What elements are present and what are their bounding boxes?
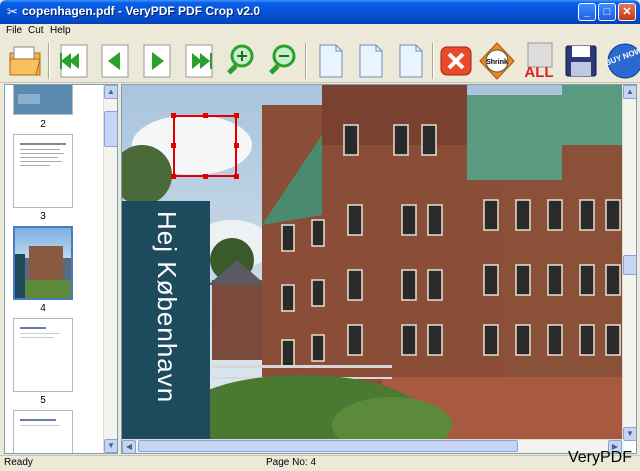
thumbnail-label: 5 xyxy=(40,395,46,406)
status-text: Ready xyxy=(4,457,33,468)
window-title: copenhagen.pdf - VeryPDF PDF Crop v2.0 xyxy=(22,4,261,18)
zoom-out-icon[interactable] xyxy=(264,41,302,81)
title-bar[interactable]: ✂ copenhagen.pdf - VeryPDF PDF Crop v2.0… xyxy=(0,0,640,24)
scroll-left-button[interactable]: ◀ xyxy=(122,440,136,453)
viewer-horizontal-scrollbar[interactable]: ◀ ▶ xyxy=(122,439,624,453)
crop-handle[interactable] xyxy=(234,113,239,118)
banner-text: Hej København xyxy=(152,211,182,404)
crop-handle[interactable] xyxy=(171,143,176,148)
menu-file[interactable]: File xyxy=(6,25,22,36)
thumbnail-page-6[interactable] xyxy=(13,410,73,453)
scissors-icon: ✂ xyxy=(7,4,18,19)
watermark: VeryPDF xyxy=(567,449,632,466)
page-icon[interactable] xyxy=(312,41,350,81)
crop-handle[interactable] xyxy=(203,174,208,179)
crop-handle[interactable] xyxy=(171,113,176,118)
scroll-thumb[interactable] xyxy=(104,111,117,147)
menu-cut[interactable]: Cut xyxy=(28,25,44,36)
thumbnail-label: 3 xyxy=(40,211,46,222)
minimize-button[interactable]: _ xyxy=(578,3,596,21)
delete-icon[interactable] xyxy=(437,41,475,81)
title-banner: Hej København xyxy=(122,201,210,441)
page-icon[interactable] xyxy=(392,41,430,81)
crop-handle[interactable] xyxy=(203,113,208,118)
crop-handle[interactable] xyxy=(234,174,239,179)
scroll-down-button[interactable]: ▼ xyxy=(104,439,117,453)
crop-handle[interactable] xyxy=(234,143,239,148)
page-number: Page No: 4 xyxy=(266,457,317,468)
scroll-up-button[interactable]: ▲ xyxy=(104,85,117,99)
scroll-up-button[interactable]: ▲ xyxy=(623,85,636,99)
shrink-icon[interactable]: Shrink xyxy=(478,41,516,81)
scroll-thumb[interactable] xyxy=(138,440,518,452)
previous-page-icon[interactable] xyxy=(96,41,134,81)
thumbnail-page-2[interactable] xyxy=(13,85,73,115)
scroll-down-button[interactable]: ▼ xyxy=(623,427,636,441)
shrink-label: Shrink xyxy=(486,59,508,66)
page-viewer[interactable]: Hej København ▲ ▼ ◀ ▶ xyxy=(121,84,637,454)
next-page-icon[interactable] xyxy=(138,41,176,81)
crop-handle[interactable] xyxy=(171,174,176,179)
zoom-in-icon[interactable] xyxy=(222,41,260,81)
all-label: ALL xyxy=(524,64,553,81)
scroll-thumb[interactable] xyxy=(623,255,636,275)
thumbnail-page-3[interactable] xyxy=(13,134,73,208)
save-icon[interactable] xyxy=(562,41,600,81)
thumbnail-panel[interactable]: 2 3 4 5 ▲ ▼ xyxy=(4,84,118,454)
page-image[interactable]: Hej København xyxy=(122,85,624,441)
viewer-vertical-scrollbar[interactable]: ▲ ▼ xyxy=(622,85,636,441)
last-page-icon[interactable] xyxy=(180,41,218,81)
buy-now-icon[interactable]: BUY NOW xyxy=(604,41,640,81)
menu-help[interactable]: Help xyxy=(50,25,71,36)
app-window: ✂ copenhagen.pdf - VeryPDF PDF Crop v2.0… xyxy=(0,0,640,471)
maximize-button[interactable]: □ xyxy=(598,3,616,21)
toolbar: Shrink ALL BUY NOW xyxy=(0,39,640,83)
close-button[interactable]: ✕ xyxy=(618,3,636,21)
page-icon[interactable] xyxy=(352,41,390,81)
thumbnail-scrollbar[interactable]: ▲ ▼ xyxy=(103,85,117,453)
menu-bar: File Cut Help xyxy=(0,24,640,39)
crop-all-icon[interactable]: ALL xyxy=(520,41,558,81)
thumbnail-label: 2 xyxy=(40,119,46,130)
thumbnail-label: 4 xyxy=(40,303,46,314)
thumbnail-page-4[interactable] xyxy=(13,226,73,300)
first-page-icon[interactable] xyxy=(55,41,93,81)
open-folder-icon[interactable] xyxy=(6,41,44,81)
crop-selection-box[interactable] xyxy=(171,113,239,179)
thumbnail-page-5[interactable] xyxy=(13,318,73,392)
status-bar: Ready Page No: 4 xyxy=(0,455,640,471)
